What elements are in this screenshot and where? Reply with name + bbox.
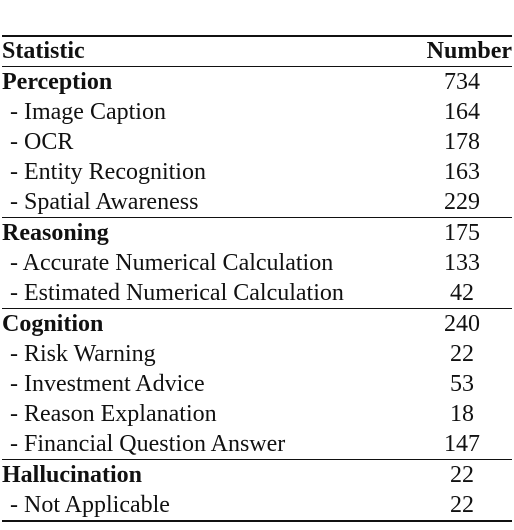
item-label: - Reason Explanation — [10, 401, 217, 427]
table-row: - Investment Advice 53 — [2, 369, 512, 399]
table-row: - Spatial Awareness 229 — [2, 187, 512, 218]
item-value: 53 — [450, 371, 474, 397]
item-label: - Spatial Awareness — [10, 189, 199, 215]
item-label: - Financial Question Answer — [10, 431, 286, 457]
item-value: 22 — [450, 341, 474, 367]
item-value: 133 — [444, 250, 480, 276]
category-row: Reasoning 175 — [2, 218, 512, 249]
item-value: 164 — [444, 99, 480, 125]
group-hallucination: Hallucination 22 - Not Applicable 22 — [2, 459, 512, 521]
group-reasoning: Reasoning 175 - Accurate Numerical Calcu… — [2, 217, 512, 309]
header-row: Statistic Number — [2, 36, 512, 67]
category-label: Hallucination — [2, 462, 143, 488]
table-row: - Not Applicable 22 — [2, 490, 512, 521]
item-label: - OCR — [10, 129, 74, 155]
category-label: Perception — [2, 69, 113, 95]
item-label: - Image Caption — [10, 99, 166, 125]
category-total: 240 — [444, 311, 480, 337]
category-row: Hallucination 22 — [2, 460, 512, 491]
item-value: 42 — [450, 280, 474, 306]
category-label: Cognition — [2, 311, 104, 337]
item-value: 229 — [444, 189, 480, 215]
table-row: - Entity Recognition 163 — [2, 157, 512, 187]
category-row: Cognition 240 — [2, 309, 512, 340]
item-label: - Accurate Numerical Calculation — [10, 250, 334, 276]
category-total: 175 — [444, 220, 480, 246]
item-value: 147 — [444, 431, 480, 457]
item-value: 18 — [450, 401, 474, 427]
group-cognition: Cognition 240 - Risk Warning 22 - Invest… — [2, 308, 512, 460]
item-label: - Estimated Numerical Calculation — [10, 280, 344, 306]
category-total: 734 — [444, 69, 480, 95]
table-row: - Risk Warning 22 — [2, 339, 512, 369]
category-row: Perception 734 — [2, 67, 512, 98]
group-perception: Perception 734 - Image Caption 164 - OCR… — [2, 67, 512, 218]
item-value: 163 — [444, 159, 480, 185]
category-label: Reasoning — [2, 220, 109, 246]
header-statistic: Statistic — [2, 38, 85, 64]
table-header: Statistic Number — [2, 36, 512, 67]
item-value: 178 — [444, 129, 480, 155]
table-row: - Image Caption 164 — [2, 97, 512, 127]
table-row: - Reason Explanation 18 — [2, 399, 512, 429]
header-number: Number — [426, 38, 512, 64]
item-label: - Investment Advice — [10, 371, 205, 397]
item-label: - Entity Recognition — [10, 159, 206, 185]
item-label: - Not Applicable — [10, 492, 170, 518]
statistics-table: Statistic Number Perception 734 - Image … — [2, 35, 512, 522]
table-row: - Financial Question Answer 147 — [2, 429, 512, 460]
category-total: 22 — [450, 462, 474, 488]
item-value: 22 — [450, 492, 474, 518]
table-row: - Estimated Numerical Calculation 42 — [2, 278, 512, 309]
table-row: - Accurate Numerical Calculation 133 — [2, 248, 512, 278]
item-label: - Risk Warning — [10, 341, 156, 367]
table-row: - OCR 178 — [2, 127, 512, 157]
